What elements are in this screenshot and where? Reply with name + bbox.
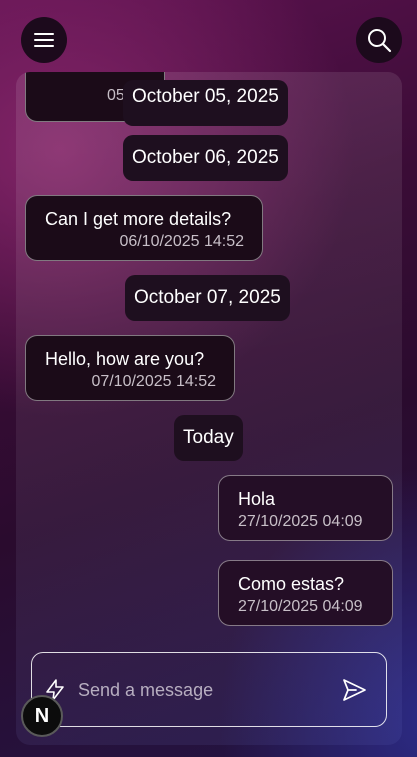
search-icon	[368, 29, 392, 53]
message-text: Hello, how are you?	[45, 349, 205, 369]
menu-button[interactable]	[21, 17, 67, 63]
date-separator: Today	[174, 415, 243, 461]
message-text: Hola	[238, 489, 276, 509]
send-icon[interactable]	[341, 677, 367, 703]
date-separator: October 05, 2025	[123, 80, 288, 126]
message-input[interactable]	[78, 675, 328, 705]
hamburger-menu-icon	[34, 33, 54, 47]
message-timestamp: 07/10/2025 14:52	[91, 373, 216, 390]
date-separator: October 06, 2025	[123, 135, 288, 181]
message-composer	[31, 652, 387, 727]
message-timestamp: 27/10/2025 04:09	[238, 598, 363, 615]
message-incoming: Can I get more details? 06/10/2025 14:52	[25, 195, 263, 261]
date-separator: October 07, 2025	[125, 275, 290, 321]
message-outgoing: Como estas? 27/10/2025 04:09	[218, 560, 393, 626]
message-timestamp: 27/10/2025 04:09	[238, 513, 363, 530]
message-text: Como estas?	[238, 574, 345, 594]
chat-panel: 05/ October 05, 2025 October 06, 2025 Ca…	[16, 72, 402, 745]
message-timestamp: 06/10/2025 14:52	[119, 233, 244, 250]
search-button[interactable]	[356, 17, 402, 63]
n-badge-label: N	[34, 704, 50, 727]
message-list[interactable]: 05/ October 05, 2025 October 06, 2025 Ca…	[16, 72, 402, 637]
message-text: Can I get more details?	[45, 209, 232, 229]
message-outgoing: Hola 27/10/2025 04:09	[218, 475, 393, 541]
message-incoming: Hello, how are you? 07/10/2025 14:52	[25, 335, 235, 401]
n-badge-button[interactable]: N	[21, 695, 63, 737]
